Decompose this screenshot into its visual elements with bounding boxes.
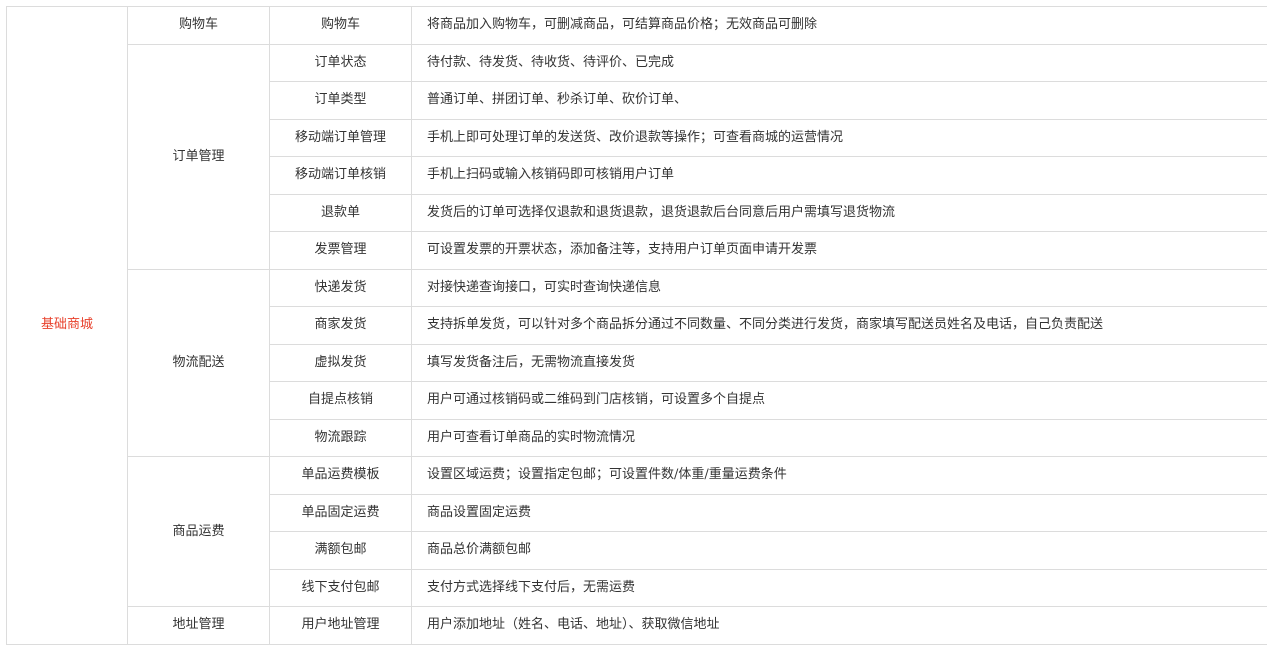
feature-name-cell: 移动端订单管理 bbox=[269, 118, 412, 157]
feature-desc-cell: 用户可通过核销码或二维码到门店核销，可设置多个自提点 bbox=[411, 381, 1267, 420]
feature-desc-cell: 设置区域运费；设置指定包邮；可设置件数/体重/重量运费条件 bbox=[411, 456, 1267, 495]
table-row: 订单管理 订单状态 待付款、待发货、待收货、待评价、已完成 bbox=[7, 43, 1267, 270]
feature-desc-cell: 将商品加入购物车，可删减商品，可结算商品价格；无效商品可删除 bbox=[411, 6, 1267, 45]
feature-name-cell: 线下支付包邮 bbox=[269, 568, 412, 607]
feature-desc-cell: 普通订单、拼团订单、秒杀订单、砍价订单、 bbox=[411, 81, 1267, 120]
group-cell: 物流配送 bbox=[127, 268, 270, 457]
feature-name-cell: 发票管理 bbox=[269, 231, 412, 270]
group-cell: 订单管理 bbox=[127, 43, 270, 270]
group-cell: 商品运费 bbox=[127, 456, 270, 607]
feature-table-wrapper: 基础商城 购物车 购物车 将商品加入购物车，可删减商品，可结算商品价格；无效商品… bbox=[6, 6, 1267, 645]
feature-name-cell: 退款单 bbox=[269, 193, 412, 232]
feature-name-cell: 订单状态 bbox=[269, 43, 412, 82]
feature-name-cell: 商家发货 bbox=[269, 306, 412, 345]
group-cell: 购物车 bbox=[127, 6, 270, 45]
top-category-cell: 基础商城 bbox=[6, 6, 128, 645]
feature-desc-cell: 商品设置固定运费 bbox=[411, 493, 1267, 532]
feature-name-cell: 快递发货 bbox=[269, 268, 412, 307]
feature-desc-cell: 手机上即可处理订单的发送货、改价退款等操作；可查看商城的运营情况 bbox=[411, 118, 1267, 157]
table-row: 商品运费 单品运费模板 设置区域运费；设置指定包邮；可设置件数/体重/重量运费条… bbox=[7, 456, 1267, 607]
feature-desc-cell: 可设置发票的开票状态，添加备注等，支持用户订单页面申请开发票 bbox=[411, 231, 1267, 270]
feature-name-cell: 订单类型 bbox=[269, 81, 412, 120]
table-row: 物流配送 快递发货 对接快递查询接口，可实时查询快递信息 bbox=[7, 268, 1267, 457]
feature-desc-cell: 用户可查看订单商品的实时物流情况 bbox=[411, 418, 1267, 457]
feature-desc-cell: 对接快递查询接口，可实时查询快递信息 bbox=[411, 268, 1267, 307]
feature-name-cell: 移动端订单核销 bbox=[269, 156, 412, 195]
table-row: 基础商城 购物车 购物车 将商品加入购物车，可删减商品，可结算商品价格；无效商品… bbox=[6, 6, 1267, 645]
feature-desc-cell: 填写发货备注后，无需物流直接发货 bbox=[411, 343, 1267, 382]
feature-table: 基础商城 购物车 购物车 将商品加入购物车，可删减商品，可结算商品价格；无效商品… bbox=[6, 6, 1267, 645]
feature-name-cell: 单品运费模板 bbox=[269, 456, 412, 495]
feature-name-cell: 满额包邮 bbox=[269, 531, 412, 570]
group-cell: 地址管理 bbox=[127, 606, 270, 645]
feature-desc-cell: 手机上扫码或输入核销码即可核销用户订单 bbox=[411, 156, 1267, 195]
table-row: 地址管理 用户地址管理 用户添加地址（姓名、电话、地址）、获取微信地址 bbox=[7, 606, 1267, 645]
feature-name-cell: 物流跟踪 bbox=[269, 418, 412, 457]
feature-name-cell: 虚拟发货 bbox=[269, 343, 412, 382]
feature-name-cell: 单品固定运费 bbox=[269, 493, 412, 532]
feature-name-cell: 用户地址管理 bbox=[269, 606, 412, 645]
feature-desc-cell: 商品总价满额包邮 bbox=[411, 531, 1267, 570]
feature-name-cell: 购物车 bbox=[269, 6, 412, 45]
feature-desc-cell: 支持拆单发货，可以针对多个商品拆分通过不同数量、不同分类进行发货，商家填写配送员… bbox=[411, 306, 1267, 345]
feature-desc-cell: 支付方式选择线下支付后，无需运费 bbox=[411, 568, 1267, 607]
feature-desc-cell: 待付款、待发货、待收货、待评价、已完成 bbox=[411, 43, 1267, 82]
feature-name-cell: 自提点核销 bbox=[269, 381, 412, 420]
feature-desc-cell: 发货后的订单可选择仅退款和退货退款，退货退款后台同意后用户需填写退货物流 bbox=[411, 193, 1267, 232]
feature-desc-cell: 用户添加地址（姓名、电话、地址）、获取微信地址 bbox=[411, 606, 1267, 645]
